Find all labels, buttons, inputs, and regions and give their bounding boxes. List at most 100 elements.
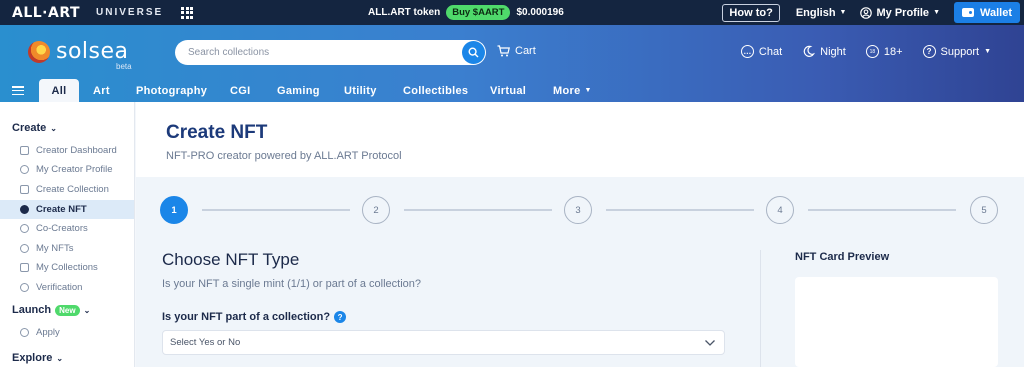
progress-stepper: 1 2 3 4 5 xyxy=(160,196,1000,224)
buy-token-button[interactable]: Buy $AART xyxy=(446,5,511,20)
sidebar-item-label: Verification xyxy=(36,282,83,293)
search-input[interactable] xyxy=(188,47,458,58)
sidebar-item-apply[interactable]: Apply xyxy=(0,323,134,342)
how-to-button[interactable]: How to? xyxy=(722,3,780,22)
chevron-down-icon: ▼ xyxy=(933,9,940,16)
sidebar-item-label: Create Collection xyxy=(36,184,109,195)
profile-label: My Profile xyxy=(876,6,930,19)
step-4[interactable]: 4 xyxy=(766,196,794,224)
dashboard-icon xyxy=(20,146,29,155)
tab-cgi[interactable]: CGI xyxy=(230,79,250,102)
step-connector xyxy=(606,209,754,211)
tab-more[interactable]: More ▼ xyxy=(553,79,592,102)
sidebar-item-label: My Collections xyxy=(36,262,98,273)
age-rating-icon: 18 xyxy=(865,45,879,58)
step-2[interactable]: 2 xyxy=(362,196,390,224)
step-connector xyxy=(404,209,552,211)
sidebar-item-my-collections[interactable]: My Collections xyxy=(0,258,134,277)
token-label: ALL.ART token xyxy=(368,7,441,18)
user-icon xyxy=(860,6,873,19)
tab-photography[interactable]: Photography xyxy=(136,79,207,102)
support-label: Support xyxy=(940,45,980,58)
profile-menu[interactable]: My Profile ▼ xyxy=(860,7,940,19)
sidebar-item-my-nfts[interactable]: My NFTs xyxy=(0,239,134,258)
tab-all[interactable]: All xyxy=(39,79,79,102)
help-icon[interactable]: ? xyxy=(334,311,347,323)
sidebar-item-label: My NFTs xyxy=(36,243,74,254)
launch-section-title: Launch xyxy=(12,304,52,316)
step-connector xyxy=(202,209,350,211)
wallet-button[interactable]: Wallet xyxy=(954,2,1020,23)
tab-gaming[interactable]: Gaming xyxy=(277,79,320,102)
cart-label: Cart xyxy=(515,45,536,57)
step-3[interactable]: 3 xyxy=(564,196,592,224)
step-connector xyxy=(808,209,956,211)
check-circle-icon xyxy=(20,283,29,292)
language-selector[interactable]: English ▼ xyxy=(796,7,847,19)
sidebar-item-create-nft[interactable]: Create NFT xyxy=(0,200,134,219)
sidebar-item-creator-dashboard[interactable]: Creator Dashboard xyxy=(0,141,134,160)
nft-type-form: Choose NFT Type Is your NFT a single min… xyxy=(162,250,725,355)
step-5[interactable]: 5 xyxy=(970,196,998,224)
collection-select[interactable]: Select Yes or No xyxy=(162,330,725,355)
beta-label: beta xyxy=(116,62,132,71)
tab-virtual[interactable]: Virtual xyxy=(490,79,526,102)
new-badge: New xyxy=(55,304,80,316)
user-icon xyxy=(20,165,29,174)
chevron-down-icon: ▼ xyxy=(584,87,592,94)
nft-hexagon-icon xyxy=(20,205,29,214)
tab-utility[interactable]: Utility xyxy=(344,79,377,102)
sidebar-item-creator-profile[interactable]: My Creator Profile xyxy=(0,160,134,179)
universe-label[interactable]: UNIVERSE xyxy=(96,7,163,18)
create-section-title: Create xyxy=(12,122,47,134)
cart-button[interactable]: Cart xyxy=(497,45,536,57)
section-title: Choose NFT Type xyxy=(162,250,300,269)
tab-art[interactable]: Art xyxy=(93,79,110,102)
chevron-down-icon: ▼ xyxy=(984,48,991,55)
solsea-logo[interactable]: solsea xyxy=(28,39,129,64)
preview-title: NFT Card Preview xyxy=(795,251,890,263)
age-filter-toggle[interactable]: 18 18+ xyxy=(865,45,903,58)
explore-section-title: Explore xyxy=(12,352,53,364)
launch-section-toggle[interactable]: Launch New ⌄ xyxy=(12,304,90,316)
solsea-logo-icon xyxy=(28,40,50,63)
night-mode-toggle[interactable]: Night xyxy=(802,45,846,58)
category-nav: All Art Photography CGI Gaming Utility C… xyxy=(0,79,1024,102)
wallet-icon xyxy=(962,8,974,17)
tab-collectibles[interactable]: Collectibles xyxy=(403,79,468,102)
night-label: Night xyxy=(820,45,846,58)
collections-icon xyxy=(20,263,29,272)
collection-icon xyxy=(20,185,29,194)
top-bar: ALL·ART UNIVERSE ALL.ART token Buy $AART… xyxy=(0,0,1024,25)
sidebar-item-label: Create NFT xyxy=(36,204,87,215)
sidebar-item-create-collection[interactable]: Create Collection xyxy=(0,180,134,199)
nft-icon xyxy=(20,244,29,253)
age-label: 18+ xyxy=(883,45,903,58)
create-section-toggle[interactable]: Create ⌄ xyxy=(12,122,57,134)
explore-section-toggle[interactable]: Explore ⌄ xyxy=(12,352,63,364)
apps-grid-icon[interactable] xyxy=(181,6,194,19)
step-1[interactable]: 1 xyxy=(160,196,188,224)
sidebar-item-label: My Creator Profile xyxy=(36,164,113,175)
sidebar-item-label: Apply xyxy=(36,327,60,338)
sidebar-item-label: Creator Dashboard xyxy=(36,145,117,156)
wallet-label: Wallet xyxy=(980,6,1012,19)
search-icon xyxy=(468,47,479,58)
collection-select-value: Select Yes or No xyxy=(170,337,241,348)
page-title: Create NFT xyxy=(166,122,268,143)
solsea-logo-text: solsea xyxy=(56,39,129,64)
sidebar-item-co-creators[interactable]: Co-Creators xyxy=(0,219,134,238)
collection-field-label: Is your NFT part of a collection? ? xyxy=(162,311,347,323)
chat-button[interactable]: … Chat xyxy=(740,45,783,58)
chevron-down-icon: ⌄ xyxy=(83,305,91,315)
search-button[interactable] xyxy=(462,41,485,64)
support-menu[interactable]: ? Support ▼ xyxy=(922,45,991,58)
section-question: Is your NFT a single mint (1/1) or part … xyxy=(162,278,422,290)
sidebar-item-verification[interactable]: Verification xyxy=(0,278,134,297)
chevron-down-icon: ⌄ xyxy=(56,353,64,363)
page-subtitle: NFT-PRO creator powered by ALL.ART Proto… xyxy=(166,150,402,162)
moon-icon xyxy=(803,45,816,57)
allart-logo[interactable]: ALL·ART xyxy=(12,5,80,21)
chat-label: Chat xyxy=(758,45,783,58)
menu-icon[interactable] xyxy=(12,86,24,95)
